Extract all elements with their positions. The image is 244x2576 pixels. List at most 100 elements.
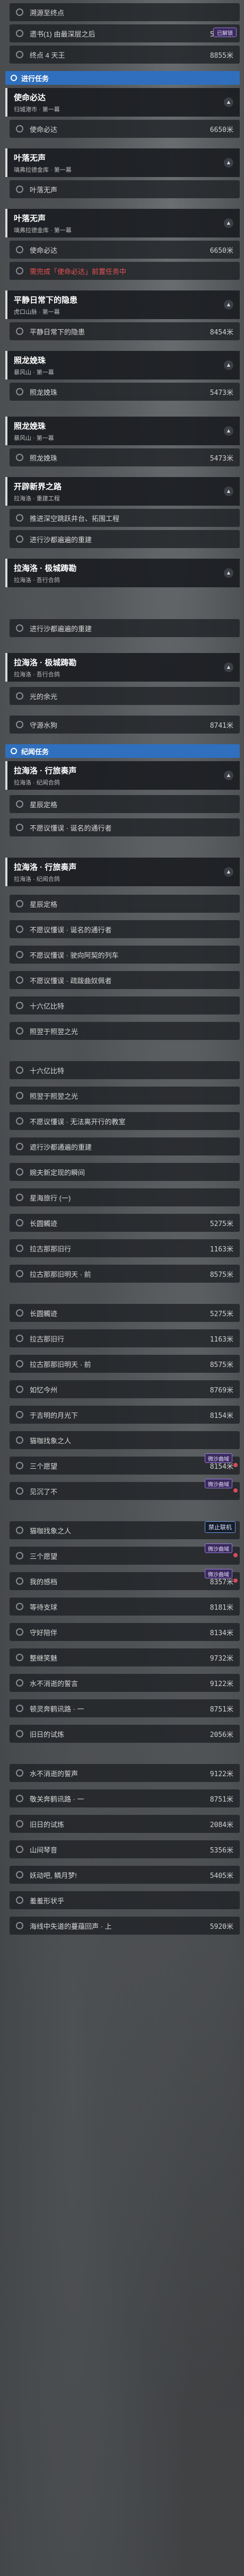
objective-marker-icon: [16, 1194, 23, 1201]
quest-card[interactable]: 照龙娩珠 暴风山 · 第一幕 ▲: [5, 351, 240, 380]
objective-row[interactable]: 妖动吧, 鳞月梦! 5405米: [10, 1866, 240, 1884]
objective-row[interactable]: 等待支球 8181米: [10, 1598, 240, 1616]
objective-row[interactable]: 守好陪伴 8134米: [10, 1623, 240, 1641]
objective-row[interactable]: 于吉明的月光下 8154米: [10, 1406, 240, 1424]
objective-row[interactable]: 顿灵奔鹤讯路 · 一 8751米: [10, 1699, 240, 1717]
objective-distance: 8769米: [210, 1386, 233, 1395]
objective-row[interactable]: 三个愿望 微沙曲域: [10, 1543, 240, 1565]
chevron-up-icon[interactable]: ▲: [224, 568, 233, 578]
objective-label: 不愿议懂误 · 诞名的通行者: [30, 925, 112, 934]
objective-row[interactable]: 旧日的试炼 2056米: [10, 1725, 240, 1743]
objective-label: 敬关奔鹤讯路 · 一: [30, 1795, 84, 1803]
objective-marker-icon: [16, 1309, 23, 1317]
objective-row[interactable]: 星海旅行 (一): [10, 1188, 240, 1206]
section-header-main[interactable]: 进行任务: [5, 71, 240, 85]
objective-row[interactable]: 拉古那那旧行 1163米: [10, 1239, 240, 1257]
section-header-side[interactable]: 纪闻任务: [5, 744, 240, 758]
objective-row[interactable]: 十六亿比特: [10, 996, 240, 1014]
objective-row[interactable]: 守源水狗 8741米: [10, 716, 240, 734]
chevron-up-icon[interactable]: ▲: [224, 98, 233, 107]
objective-label: 终点 4 天王: [30, 51, 65, 59]
objective-row[interactable]: 长圆觸迹 5275米: [10, 1214, 240, 1232]
objective-label: 守好陪伴: [30, 1628, 58, 1637]
objective-row[interactable]: 羞羞形状乎: [10, 1891, 240, 1909]
objective-row[interactable]: 叶落无声: [10, 180, 240, 198]
objective-row[interactable]: 如忆今州 8769米: [10, 1380, 240, 1398]
chevron-up-icon[interactable]: ▲: [224, 360, 233, 370]
objective-row[interactable]: 推进深空跳跃井台、拓围工程: [10, 509, 240, 527]
objective-distance: 8751米: [210, 1705, 233, 1714]
objective-marker-icon: [16, 30, 23, 37]
objective-label: 平静日常下的隐患: [30, 328, 85, 336]
chevron-up-icon[interactable]: ▲: [224, 426, 233, 436]
quest-card[interactable]: 平静日常下的隐患 虎口山脉 · 第一幕 ▲: [5, 290, 240, 319]
objective-row[interactable]: 十六亿比特: [10, 1061, 240, 1079]
objective-row[interactable]: 婉夫新定现的瞬间: [10, 1163, 240, 1181]
objective-row[interactable]: 照翌于照翌之光: [10, 1022, 240, 1040]
objective-row[interactable]: 水不消逝的誓言 9122米: [10, 1674, 240, 1692]
objective-row[interactable]: 拉古那那旧明天 · 前 8575米: [10, 1355, 240, 1373]
objective-row[interactable]: 不愿议懂误 · 疏跋曲奴佩者: [10, 971, 240, 989]
objective-label: 进行沙都遍遍的重建: [30, 535, 92, 544]
quest-card[interactable]: 拉海洛 · 极城踌勘 拉海洛 · 吾行合鸽 ▲: [5, 653, 240, 682]
objective-row[interactable]: 我的感档 8357米 微沙曲域: [10, 1569, 240, 1590]
objective-row[interactable]: 使命必达 6650米: [10, 120, 240, 138]
objective-label: 我的感档: [30, 1577, 58, 1586]
objective-row[interactable]: 猫咖找象之人: [10, 1431, 240, 1449]
objective-row[interactable]: 山间琴音 5356米: [10, 1840, 240, 1858]
quest-card[interactable]: 开辟新界之路 拉海洛 · 重建工程 ▲: [5, 477, 240, 506]
objective-row[interactable]: 平静日常下的隐患 8454米: [10, 322, 240, 340]
chevron-up-icon[interactable]: ▲: [224, 158, 233, 167]
quest-card[interactable]: 使命必达 归城港市 · 第一幕 ▲: [5, 88, 240, 117]
objective-row[interactable]: 拉古那旧行 1163米: [10, 1329, 240, 1347]
quest-card[interactable]: 照龙娩珠 暴风山 · 第一幕 ▲: [5, 417, 240, 445]
objective-label: 海线中失道的蔓蕴回声 · 上: [30, 1922, 112, 1930]
objective-marker-icon: [16, 1820, 23, 1828]
alert-dot-icon: [233, 1463, 238, 1467]
objective-row[interactable]: 终点 4 天王 8855米: [10, 46, 240, 64]
objective-row[interactable]: 海线中失道的蔓蕴回声 · 上 5920米: [10, 1917, 240, 1935]
objective-row[interactable]: 不愿议懂误 · 诞名的通行者: [10, 818, 240, 836]
chevron-up-icon[interactable]: ▲: [224, 867, 233, 877]
quest-card[interactable]: 叶落无声 璃弗拉德金库 · 第一幕 ▲: [5, 209, 240, 237]
objective-row[interactable]: 光的余光: [10, 687, 240, 705]
quest-card[interactable]: 拉海洛 · 行旅奏声 拉海洛 · 纪闻合鸽 ▲: [5, 761, 240, 790]
unlock-badge: 已解锁: [213, 28, 237, 37]
objective-row[interactable]: 进行沙都遍遍的重建: [10, 619, 240, 637]
objective-row[interactable]: 拉古那那旧明天 · 前 8575米: [10, 1265, 240, 1283]
objective-marker-icon: [16, 1168, 23, 1176]
objective-row[interactable]: 使命必达 6650米: [10, 241, 240, 259]
objective-row[interactable]: 溯源至终点: [10, 3, 240, 21]
objective-row[interactable]: 不愿议懂误 · 无法离开行的教室: [10, 1112, 240, 1130]
objective-row[interactable]: 长圆觸迹 5275米: [10, 1304, 240, 1322]
objective-row[interactable]: 星辰定格: [10, 795, 240, 813]
objective-row[interactable]: 整继笑魅 9732米: [10, 1648, 240, 1666]
objective-row[interactable]: 照龙娩珠 5473米: [10, 448, 240, 466]
event-tag: 微沙曲域: [205, 1543, 232, 1553]
objective-row[interactable]: 遮行沙都通遍的重建: [10, 1137, 240, 1155]
objective-marker-icon: [16, 1487, 23, 1495]
chevron-up-icon[interactable]: ▲: [224, 218, 233, 228]
objective-row[interactable]: 不愿议懂误 · 驶向阿契的列车: [10, 946, 240, 964]
objective-row[interactable]: 三个愿望 8154米 微沙曲域: [10, 1453, 240, 1475]
chevron-up-icon[interactable]: ▲: [224, 771, 233, 780]
objective-row[interactable]: 照翌于照翌之光: [10, 1087, 240, 1105]
objective-row[interactable]: 照龙娩珠 5473米: [10, 383, 240, 401]
objective-row[interactable]: 见沉了不 微沙曲域: [10, 1479, 240, 1500]
objective-row[interactable]: 遗书(1) 由最深层之后5214米: [10, 24, 240, 42]
objective-row[interactable]: 旧日的试炼 2084米: [10, 1815, 240, 1833]
chevron-up-icon[interactable]: ▲: [224, 663, 233, 672]
chevron-up-icon[interactable]: ▲: [224, 300, 233, 310]
objective-distance: 8134米: [210, 1629, 233, 1637]
quest-card[interactable]: 拉海洛 · 行旅奏声 拉海洛 · 纪闻合鸽 ▲: [5, 858, 240, 886]
objective-row[interactable]: 不愿议懂误 · 诞名的通行者: [10, 920, 240, 938]
objective-row[interactable]: 星辰定格: [10, 895, 240, 913]
objective-label: 于吉明的月光下: [30, 1411, 79, 1419]
alert-dot-icon: [233, 1553, 238, 1557]
objective-row[interactable]: 敬关奔鹤讯路 · 一 8751米: [10, 1789, 240, 1807]
objective-row[interactable]: 进行沙都遍遍的重建: [10, 530, 240, 548]
quest-card[interactable]: 叶落无声 璃弗拉德金库 · 第一幕 ▲: [5, 148, 240, 177]
objective-row[interactable]: 水不消逝的誓声 9122米: [10, 1764, 240, 1782]
chevron-up-icon[interactable]: ▲: [224, 487, 233, 496]
quest-card[interactable]: 拉海洛 · 极城踌勘 拉海洛 · 吾行合鸽 ▲: [5, 559, 240, 587]
